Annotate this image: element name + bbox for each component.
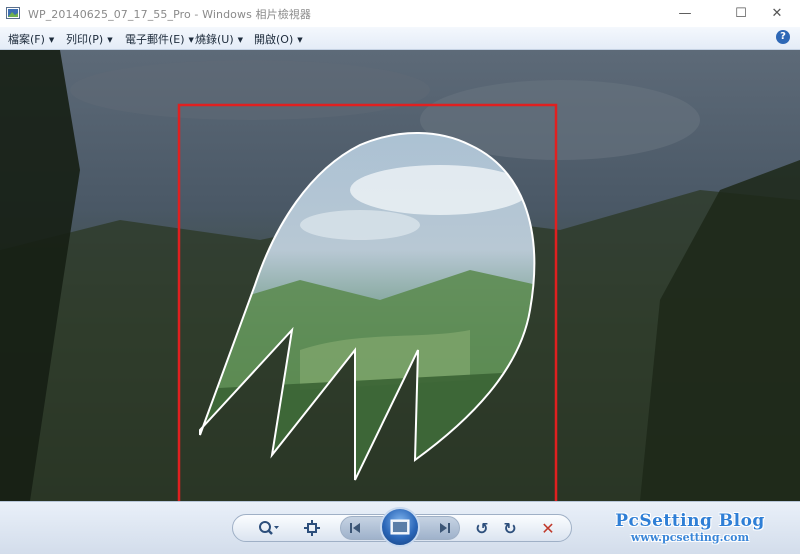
menu-file-label: 檔案(F) bbox=[8, 33, 45, 46]
menu-email-label: 電子郵件(E) bbox=[125, 33, 185, 46]
minimize-icon: — bbox=[678, 6, 692, 21]
slideshow-icon bbox=[390, 519, 410, 535]
rotate-right-icon: ↻ bbox=[503, 518, 517, 538]
menu-bar: 檔案(F) ▼ 列印(P) ▼ 電子郵件(E) ▼ 燒錄(U) ▼ 開啟(O) ▼ ? bbox=[0, 27, 800, 50]
menu-print-label: 列印(P) bbox=[66, 33, 104, 46]
zoom-icon bbox=[259, 521, 279, 535]
bottom-toolbar: ↺ ↻ ✕ PcSetting Blog www.pcsetting.com bbox=[0, 501, 800, 554]
photo-view bbox=[0, 50, 800, 501]
next-button[interactable] bbox=[430, 516, 454, 540]
close-icon: ✕ bbox=[771, 6, 783, 21]
menu-burn[interactable]: 燒錄(U) ▼ bbox=[195, 31, 243, 47]
next-icon bbox=[440, 523, 450, 533]
photo-viewer-app-icon bbox=[6, 7, 20, 19]
menu-open-label: 開啟(O) bbox=[254, 33, 294, 46]
help-icon[interactable]: ? bbox=[776, 30, 790, 44]
menu-email[interactable]: 電子郵件(E) ▼ bbox=[125, 31, 194, 47]
window-title: WP_20140625_07_17_55_Pro - Windows 相片檢視器 bbox=[28, 8, 312, 21]
rotate-left-button[interactable]: ↺ bbox=[470, 516, 494, 540]
watermark-name: PcSetting Blog bbox=[615, 511, 765, 531]
actual-size-button[interactable] bbox=[300, 516, 324, 540]
photo-canvas bbox=[0, 50, 800, 501]
menu-file[interactable]: 檔案(F) ▼ bbox=[8, 31, 54, 47]
delete-button[interactable]: ✕ bbox=[536, 516, 560, 540]
delete-icon: ✕ bbox=[541, 518, 555, 538]
dropdown-arrow-icon: ▼ bbox=[107, 36, 113, 44]
dropdown-arrow-icon: ▼ bbox=[48, 36, 55, 44]
slideshow-button[interactable] bbox=[380, 507, 420, 547]
previous-icon bbox=[350, 523, 360, 533]
rotate-left-icon: ↺ bbox=[475, 518, 489, 538]
title-bar: WP_20140625_07_17_55_Pro - Windows 相片檢視器… bbox=[0, 0, 800, 27]
dropdown-arrow-icon: ▼ bbox=[297, 36, 303, 44]
menu-print[interactable]: 列印(P) ▼ bbox=[66, 31, 113, 47]
menu-open[interactable]: 開啟(O) ▼ bbox=[254, 31, 303, 47]
rotate-right-button[interactable]: ↻ bbox=[498, 516, 522, 540]
watermark: PcSetting Blog www.pcsetting.com bbox=[600, 511, 780, 544]
close-button[interactable]: ✕ bbox=[754, 0, 800, 27]
menu-burn-label: 燒錄(U) bbox=[195, 33, 234, 46]
dropdown-arrow-icon: ▼ bbox=[237, 36, 244, 44]
minimize-button[interactable]: — bbox=[662, 0, 708, 27]
zoom-button[interactable] bbox=[254, 516, 284, 540]
maximize-icon: ☐ bbox=[735, 6, 747, 21]
dropdown-arrow-icon: ▼ bbox=[188, 36, 194, 44]
actual-size-icon bbox=[304, 520, 320, 536]
watermark-url: www.pcsetting.com bbox=[630, 531, 750, 544]
previous-button[interactable] bbox=[346, 516, 370, 540]
